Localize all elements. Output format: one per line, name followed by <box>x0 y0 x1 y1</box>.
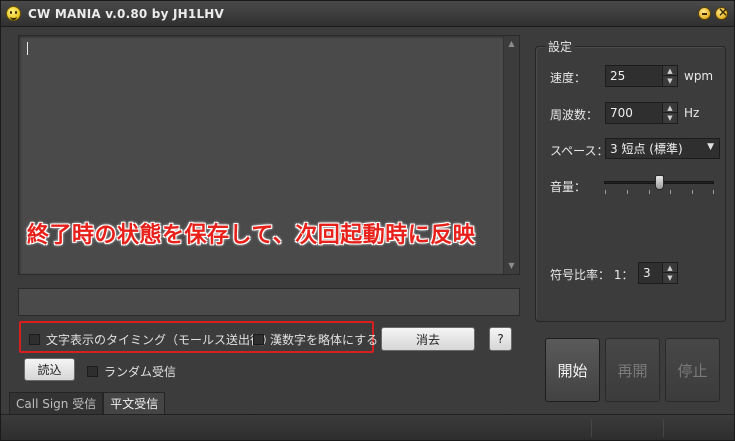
spin-up-icon[interactable]: ▲ <box>663 66 677 76</box>
status-bar <box>1 414 734 440</box>
tab-plain-text[interactable]: 平文受信 <box>103 392 166 414</box>
spin-up-icon[interactable]: ▲ <box>663 103 677 113</box>
simplified-kanji-checkbox[interactable]: 漢数字を略体にする <box>253 331 378 348</box>
frequency-stepper[interactable]: ▲ ▼ <box>662 102 678 124</box>
vertical-scrollbar[interactable]: ▲ ▼ <box>503 36 519 274</box>
checkbox-box[interactable] <box>253 334 264 345</box>
slider-tick <box>692 190 693 194</box>
random-receive-label: ランダム受信 <box>104 365 177 379</box>
slider-tick <box>670 190 671 194</box>
space-value: 3 短点 (標準) <box>610 142 683 156</box>
frequency-field[interactable]: 700 <box>605 102 663 124</box>
slider-tick <box>713 190 714 194</box>
annotation-caption: 終了時の状態を保存して、次回起動時に反映 <box>27 223 476 248</box>
frequency-label: 周波数： <box>550 108 599 122</box>
close-icon[interactable] <box>715 5 728 20</box>
scroll-up-icon[interactable]: ▲ <box>504 36 519 52</box>
slider-tick <box>649 190 650 194</box>
smiley-app-icon <box>6 6 21 21</box>
scroll-down-icon[interactable]: ▼ <box>504 258 519 274</box>
speed-unit: wpm <box>684 69 714 83</box>
status-divider <box>591 419 592 437</box>
text-caret <box>27 42 28 55</box>
load-button[interactable]: 読込 <box>24 358 75 381</box>
speed-stepper[interactable]: ▲ ▼ <box>662 65 678 87</box>
clear-button[interactable]: 消去 <box>381 327 475 351</box>
resume-button[interactable]: 再開 <box>605 338 660 402</box>
volume-slider-handle[interactable] <box>654 175 664 190</box>
slider-tick <box>605 190 606 194</box>
window-title: CW MANIA v.0.80 by JH1LHV <box>28 7 225 21</box>
mode-tabs: Call Sign 受信 平文受信 <box>9 392 166 414</box>
ratio-stepper[interactable]: ▲ ▼ <box>662 262 678 284</box>
show-timing-checkbox[interactable]: 文字表示のタイミング（モールス送出後） <box>29 331 274 348</box>
slider-tick <box>627 190 628 194</box>
ratio-field[interactable]: 3 <box>638 262 663 284</box>
chevron-down-icon: ▼ <box>707 142 714 152</box>
title-bar: CW MANIA v.0.80 by JH1LHV <box>1 1 734 27</box>
spin-down-icon[interactable]: ▼ <box>663 113 677 123</box>
settings-title: 設定 <box>545 38 576 55</box>
simplified-kanji-label: 漢数字を略体にする <box>270 333 379 347</box>
spin-down-icon[interactable]: ▼ <box>663 273 677 283</box>
spin-down-icon[interactable]: ▼ <box>663 76 677 86</box>
space-label: スペース： <box>550 144 609 158</box>
spin-up-icon[interactable]: ▲ <box>663 263 677 273</box>
ratio-label: 符号比率： 1： <box>550 268 634 282</box>
answer-input[interactable] <box>18 288 520 316</box>
checkbox-box[interactable] <box>87 366 98 377</box>
speed-field[interactable]: 25 <box>605 65 663 87</box>
frequency-unit: Hz <box>684 106 700 120</box>
minimize-icon[interactable] <box>698 7 711 20</box>
tab-call-sign[interactable]: Call Sign 受信 <box>9 392 104 414</box>
show-timing-label: 文字表示のタイミング（モールス送出後） <box>46 333 275 347</box>
random-receive-checkbox[interactable]: ランダム受信 <box>87 363 176 380</box>
start-button[interactable]: 開始 <box>545 338 600 402</box>
app-window: CW MANIA v.0.80 by JH1LHV ▲ ▼ 文字表示のタイミング… <box>0 0 735 441</box>
volume-label: 音量： <box>550 180 587 194</box>
help-button[interactable]: ? <box>489 327 512 351</box>
space-select[interactable]: 3 短点 (標準) ▼ <box>605 138 720 159</box>
status-divider <box>663 419 664 437</box>
stop-button[interactable]: 停止 <box>665 338 720 402</box>
checkbox-box[interactable] <box>29 334 40 345</box>
speed-label: 速度： <box>550 71 587 85</box>
